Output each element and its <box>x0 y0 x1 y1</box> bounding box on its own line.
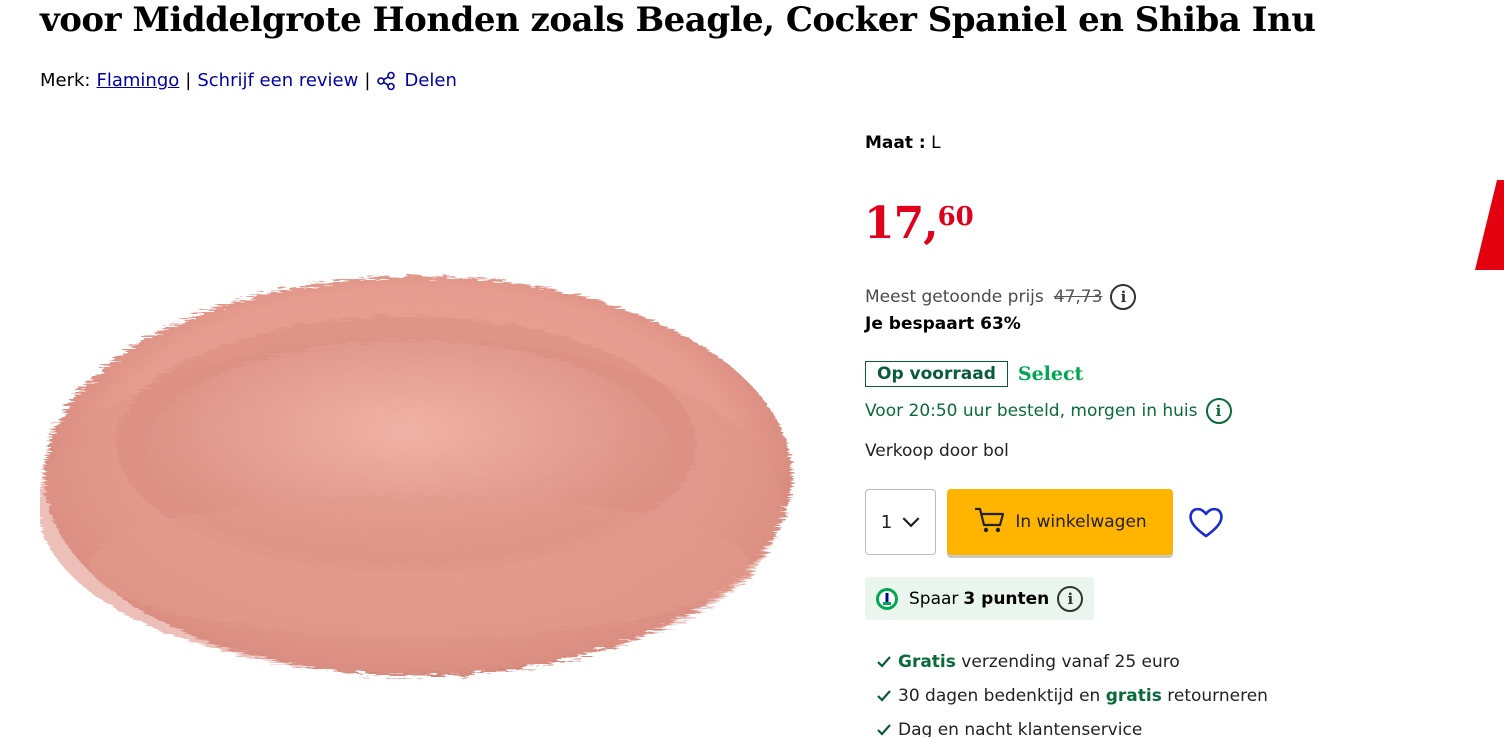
points-banner: Spaar 3 punten i <box>865 577 1094 620</box>
share-link[interactable]: Delen <box>404 70 456 91</box>
points-info-icon[interactable]: i <box>1057 585 1084 612</box>
select-label: Select <box>1017 363 1084 385</box>
current-price: 17, 60 <box>864 198 974 250</box>
brand-link[interactable]: Flamingo <box>97 70 180 91</box>
separator: | <box>364 70 371 91</box>
previous-price-row: Meest getoonde prijs 47,73 i <box>865 284 1137 310</box>
usp-text: 30 dagen bedenktijd en <box>898 686 1101 706</box>
cart-icon <box>973 506 1005 539</box>
points-amount: 3 punten <box>963 588 1050 609</box>
usp-list: Gratis verzending vanaf 25 euro 30 dagen… <box>876 645 1268 737</box>
savings-text: Je bespaart 63% <box>865 314 1021 334</box>
size-label: Maat : <box>865 133 926 153</box>
previous-price-value: 47,73 <box>1053 287 1103 307</box>
add-to-cart-button[interactable]: In winkelwagen <box>947 489 1173 555</box>
checkmark-icon <box>877 690 891 702</box>
separator: | <box>185 70 192 91</box>
quantity-select[interactable]: 1 <box>865 489 936 555</box>
product-title: voor Middelgrote Honden zoals Beagle, Co… <box>40 0 1316 40</box>
share-icon[interactable] <box>376 71 396 91</box>
checkmark-icon <box>877 724 891 736</box>
chevron-down-icon <box>902 512 920 533</box>
write-review-link[interactable]: Schrijf een review <box>197 70 358 91</box>
usp-item: Gratis verzending vanaf 25 euro <box>876 645 1268 679</box>
brand-label: Merk: <box>40 70 91 91</box>
points-icon <box>875 587 899 611</box>
stock-badge: Op voorraad <box>865 361 1008 387</box>
usp-item: 30 dagen bedenktijd en gratis retournere… <box>876 679 1268 713</box>
seller-text: Verkoop door bol <box>865 441 1009 461</box>
delivery-info-icon[interactable]: i <box>1205 398 1232 424</box>
usp-text: Dag en nacht klantenservice <box>898 720 1143 737</box>
usp-text: verzending vanaf 25 euro <box>961 652 1180 672</box>
previous-price-label: Meest getoonde prijs <box>865 287 1044 307</box>
info-icon[interactable]: i <box>1110 284 1137 310</box>
wishlist-heart-icon[interactable] <box>1187 505 1225 539</box>
red-sticker-shape <box>1475 180 1504 270</box>
product-image[interactable] <box>38 266 800 686</box>
usp-item: Dag en nacht klantenservice <box>876 713 1268 737</box>
usp-bold: Gratis <box>898 652 956 672</box>
delivery-text: Voor 20:50 uur besteld, morgen in huis <box>865 401 1198 421</box>
quantity-value: 1 <box>880 511 893 533</box>
usp-bold: gratis <box>1105 686 1162 706</box>
price-integer: 17, <box>864 198 939 249</box>
size-selection: Maat : L <box>865 133 941 153</box>
delivery-info: Voor 20:50 uur besteld, morgen in huis i <box>865 398 1232 424</box>
size-value: L <box>931 133 941 153</box>
checkmark-icon <box>877 656 891 668</box>
usp-text: retourneren <box>1167 686 1268 706</box>
points-prefix: Spaar <box>909 588 959 609</box>
add-to-cart-label: In winkelwagen <box>1015 512 1147 532</box>
price-decimals: 60 <box>937 202 974 232</box>
stock-row: Op voorraad Select <box>865 361 1083 387</box>
product-meta-row: Merk: Flamingo | Schrijf een review | De… <box>40 70 457 91</box>
